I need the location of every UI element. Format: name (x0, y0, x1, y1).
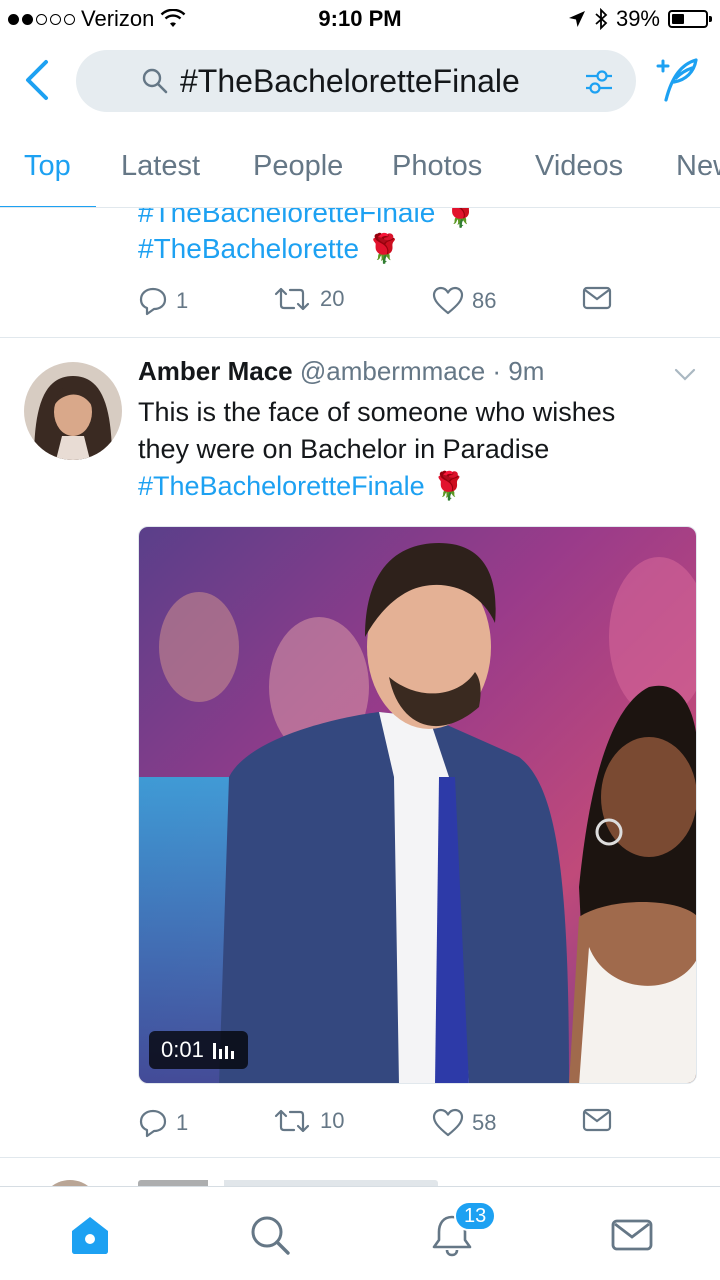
tweet-text-line: This is the face of someone who wishes (138, 397, 616, 427)
video-duration-badge: 0:01 (149, 1031, 248, 1069)
retweet-count: 10 (320, 1108, 345, 1133)
status-right: 39% (568, 6, 712, 32)
search-query: #TheBacheloretteFinale (180, 63, 520, 99)
rose-emoji-icon: 🌹 (432, 471, 466, 501)
author-name[interactable]: Amber Mace (138, 356, 293, 386)
search-icon[interactable] (248, 1213, 292, 1257)
tab-top[interactable]: Top (24, 150, 71, 183)
hashtag-text[interactable]: #TheBacheloretteFinale (138, 208, 435, 228)
audio-levels-icon (212, 1043, 234, 1059)
search-header: #TheBacheloretteFinale (0, 40, 720, 122)
notification-count-badge: 13 (454, 1201, 497, 1231)
tweet-text-line: they were on Bachelor in Paradise (138, 434, 550, 464)
retweet-count: 20 (320, 286, 345, 311)
tweet-actions: 1 10 58 (138, 1108, 618, 1144)
heart-icon (432, 286, 464, 315)
tab-latest[interactable]: Latest (121, 150, 200, 183)
hashtag-text[interactable]: #TheBacheloretteFinale (138, 471, 425, 501)
tweet-text: This is the face of someone who wishes t… (138, 394, 698, 505)
rose-emoji-icon: 🌹 (366, 233, 402, 264)
tweet-card-partial[interactable]: #TheBacheloretteFinale 🌹 #TheBachelorett… (0, 208, 720, 338)
home-icon[interactable] (68, 1213, 112, 1257)
tweet-actions: 1 20 86 (138, 286, 618, 322)
envelope-icon (582, 1108, 612, 1132)
battery-icon (668, 10, 712, 28)
direct-message-button[interactable] (582, 1108, 612, 1132)
heart-icon (432, 1108, 464, 1137)
reply-count: 1 (176, 1110, 189, 1135)
filter-settings-icon[interactable] (584, 68, 614, 96)
tweet-timestamp: 9m (508, 356, 545, 386)
tweet-card[interactable]: Amber Mace @ambermmace · 9m This is the … (0, 338, 720, 1158)
compose-tweet-icon[interactable] (652, 56, 702, 104)
direct-message-button[interactable] (582, 286, 612, 310)
tab-videos[interactable]: Videos (535, 150, 623, 183)
retweet-icon (274, 1109, 310, 1133)
video-time: 0:01 (161, 1037, 204, 1062)
like-count: 58 (472, 1110, 497, 1135)
tab-photos[interactable]: Photos (392, 150, 482, 183)
retweet-icon (274, 287, 310, 311)
tab-people[interactable]: People (253, 150, 343, 183)
tab-news[interactable]: New (676, 150, 720, 183)
battery-percent: 39% (615, 6, 660, 31)
reply-button[interactable]: 1 (138, 286, 188, 316)
rose-emoji-icon: 🌹 (443, 208, 478, 228)
author-handle[interactable]: @ambermmace (300, 356, 485, 386)
like-count: 86 (472, 288, 497, 313)
hashtag-text[interactable]: #TheBachelorette (138, 233, 359, 264)
bottom-tab-bar: 13 (0, 1186, 720, 1280)
status-bar: Verizon 9:10 PM 39% (0, 0, 720, 40)
reply-count: 1 (176, 288, 189, 313)
retweet-button[interactable]: 20 (272, 286, 344, 312)
chevron-down-icon[interactable] (674, 368, 696, 382)
back-arrow-icon[interactable] (20, 58, 56, 102)
envelope-icon (582, 286, 612, 310)
tweet-card-next[interactable] (0, 1158, 720, 1186)
search-tabs: Top Latest People Photos Videos New (0, 122, 720, 208)
like-button[interactable]: 58 (432, 1108, 496, 1138)
hashtag-link[interactable]: #TheBacheloretteFinale 🌹 (138, 208, 478, 229)
reply-button[interactable]: 1 (138, 1108, 188, 1138)
video-thumbnail (139, 527, 696, 1083)
search-icon (142, 68, 168, 94)
like-button[interactable]: 86 (432, 286, 496, 316)
video-player[interactable]: 0:01 (138, 526, 697, 1084)
bluetooth-icon (595, 8, 608, 30)
messages-envelope-icon[interactable] (610, 1213, 654, 1257)
hashtag-link[interactable]: #TheBacheloretteFinale 🌹 (138, 468, 698, 505)
timestamp-separator: · (485, 356, 509, 386)
retweet-button[interactable]: 10 (272, 1108, 344, 1134)
tweet-header: Amber Mace @ambermmace · 9m (138, 356, 544, 387)
location-icon (568, 11, 585, 27)
avatar[interactable] (24, 362, 122, 460)
search-input[interactable]: #TheBacheloretteFinale (76, 50, 636, 112)
reply-icon (139, 1109, 167, 1138)
hashtag-link[interactable]: #TheBachelorette 🌹 (138, 232, 402, 265)
reply-icon (139, 287, 167, 316)
tweet-feed[interactable]: #TheBacheloretteFinale 🌹 #TheBachelorett… (0, 208, 720, 1186)
